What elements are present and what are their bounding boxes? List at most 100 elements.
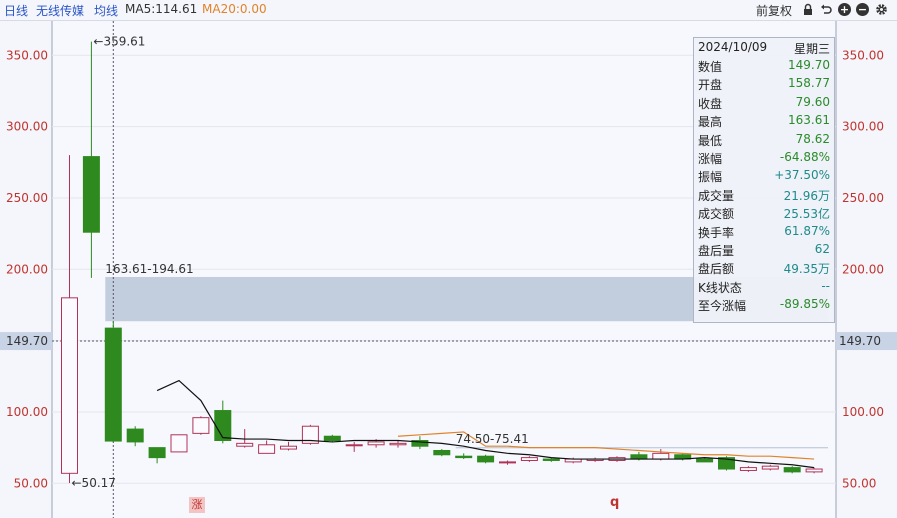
candle-body bbox=[761, 465, 779, 470]
avg-line-toggle[interactable]: 均线 bbox=[94, 2, 118, 19]
y-tick-label-right: 250.00 bbox=[842, 191, 884, 205]
candle-body bbox=[455, 455, 473, 459]
candle-body bbox=[236, 442, 254, 447]
candle-body bbox=[192, 417, 210, 434]
candle-body bbox=[696, 458, 714, 463]
settings-gear-icon[interactable] bbox=[875, 3, 888, 16]
info-row-value: 49.35万 bbox=[783, 262, 830, 277]
info-row-label: 开盘 bbox=[698, 78, 723, 93]
y-tick-label-left: 350.00 bbox=[6, 48, 48, 62]
stock-name: 无线传媒 bbox=[36, 4, 85, 18]
candle-body bbox=[367, 441, 385, 446]
info-row-label: 振幅 bbox=[698, 170, 723, 185]
info-row: 振幅 +37.50% bbox=[694, 167, 834, 185]
info-row-label: 成交量 bbox=[698, 188, 735, 203]
info-row-value: 149.70 bbox=[788, 58, 830, 72]
y-tick-label-left: 50.00 bbox=[14, 476, 48, 490]
info-row: 至今涨幅 -89.85% bbox=[694, 296, 834, 314]
chart-annotation: 163.61-194.61 bbox=[105, 262, 193, 276]
info-row: 换手率 61.87% bbox=[694, 223, 834, 241]
y-tick-label-right: 200.00 bbox=[842, 262, 884, 276]
info-row-value: -89.85% bbox=[779, 297, 830, 312]
candle-body bbox=[739, 467, 757, 471]
info-row-value: -64.88% bbox=[779, 150, 830, 164]
info-row: 成交量 21.96万 bbox=[694, 186, 834, 204]
info-row: 成交额 25.53亿 bbox=[694, 204, 834, 222]
info-date: 2024/10/09 bbox=[698, 40, 768, 54]
candle-body bbox=[170, 434, 188, 453]
candle-body bbox=[499, 461, 516, 464]
candle-body bbox=[82, 156, 100, 233]
info-row-label: 最低 bbox=[698, 133, 723, 148]
candle-body bbox=[258, 444, 276, 454]
chart-annotation: ←50.17 bbox=[72, 476, 116, 490]
y-tick-label-left: 300.00 bbox=[6, 120, 48, 134]
info-row: K线状态 -- bbox=[694, 278, 834, 296]
ma20-readout: MA20:0.00 bbox=[202, 2, 267, 16]
info-row-label: 最高 bbox=[698, 115, 723, 130]
info-row-value: 21.96万 bbox=[783, 188, 830, 203]
info-row: 数值 149.70 bbox=[694, 57, 834, 75]
y-tick-label-right: 300.00 bbox=[842, 120, 884, 134]
info-row-value: 79.60 bbox=[795, 94, 830, 109]
candle-body bbox=[280, 445, 297, 450]
info-row: 开盘 158.77 bbox=[694, 75, 834, 93]
undo-icon[interactable] bbox=[819, 3, 832, 16]
y-tick-label-left: 250.00 bbox=[6, 191, 48, 205]
y-tick-label-left: 100.00 bbox=[6, 405, 48, 419]
candle-body bbox=[104, 327, 122, 442]
candle-body bbox=[783, 467, 801, 473]
info-row-label: 涨幅 bbox=[698, 152, 723, 166]
candle-body bbox=[148, 447, 166, 459]
info-row-label: 盘后量 bbox=[698, 244, 735, 258]
period-selector[interactable]: 日线 bbox=[4, 2, 28, 19]
y-tick-label-right: 50.00 bbox=[842, 476, 876, 490]
info-row-value: 78.62 bbox=[795, 131, 830, 146]
adjust-mode-selector[interactable]: 前复权 bbox=[756, 2, 792, 19]
info-row-value: 163.61 bbox=[788, 113, 830, 128]
candle-body bbox=[477, 455, 495, 463]
candle-body bbox=[805, 468, 823, 473]
info-row-value: -- bbox=[821, 278, 830, 293]
info-row-label: K线状态 bbox=[698, 280, 742, 295]
y-tick-label-right: 350.00 bbox=[842, 48, 884, 62]
info-weekday: 星期三 bbox=[793, 42, 830, 56]
crosshair-label-right: 149.70 bbox=[839, 334, 881, 348]
candle-body bbox=[433, 449, 451, 456]
info-row-value: 62 bbox=[814, 242, 830, 256]
info-row-label: 盘后额 bbox=[698, 262, 735, 277]
zoom-in-icon[interactable]: + bbox=[838, 3, 851, 16]
info-row-value: 158.77 bbox=[788, 76, 830, 91]
info-row-value: 25.53亿 bbox=[783, 207, 830, 222]
candle-body bbox=[126, 428, 144, 443]
info-row-label: 数值 bbox=[698, 60, 723, 74]
zoom-out-icon[interactable]: − bbox=[856, 3, 869, 16]
q-marker[interactable]: q bbox=[610, 495, 619, 510]
candle-body bbox=[542, 458, 560, 461]
chart-annotation: ←359.61 bbox=[93, 35, 145, 49]
candle-body bbox=[652, 452, 670, 460]
candle-body bbox=[214, 410, 232, 442]
candle-body bbox=[389, 442, 407, 446]
y-tick-label-left: 200.00 bbox=[6, 262, 48, 276]
info-row-label: 收盘 bbox=[698, 96, 723, 111]
info-row-label: 换手率 bbox=[698, 225, 735, 240]
info-row: 盘后量 62 bbox=[694, 241, 834, 259]
info-row-label: 成交额 bbox=[698, 207, 735, 222]
info-row: 最低 78.62 bbox=[694, 131, 834, 149]
chart-toolbar: 日线 无线传媒 均线 MA5:114.61 MA20:0.00 前复权 + − bbox=[0, 0, 897, 21]
candle-body bbox=[345, 444, 363, 447]
limit-up-badge[interactable]: 涨 bbox=[189, 497, 205, 513]
chart-annotation: 74.50-75.41 bbox=[456, 432, 529, 446]
y-tick-label-right: 100.00 bbox=[842, 405, 884, 419]
info-panel-header: 2024/10/09 星期三 bbox=[694, 38, 834, 57]
info-row: 盘后额 49.35万 bbox=[694, 259, 834, 277]
info-row-value: 61.87% bbox=[784, 223, 830, 238]
info-row: 收盘 79.60 bbox=[694, 94, 834, 112]
candle-body bbox=[323, 435, 341, 442]
crosshair-label-left: 149.70 bbox=[6, 334, 48, 348]
ma5-readout: MA5:114.61 bbox=[125, 2, 198, 16]
candle-body bbox=[630, 454, 648, 460]
price-gap-band bbox=[455, 447, 828, 449]
lock-icon[interactable] bbox=[801, 3, 814, 16]
